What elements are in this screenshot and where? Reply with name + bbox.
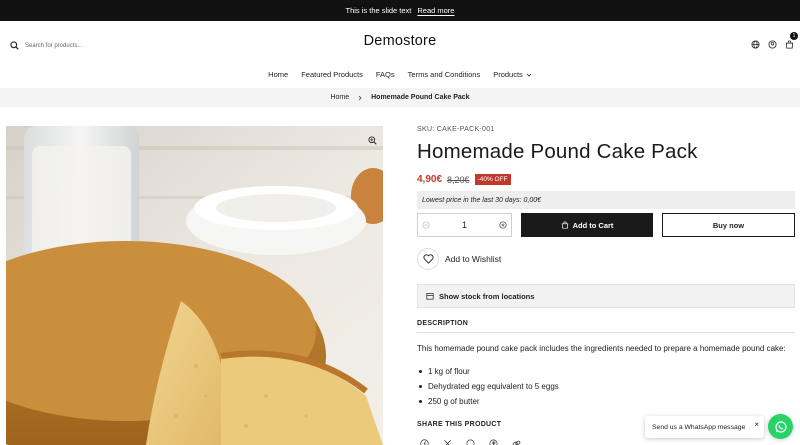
add-to-wishlist-button[interactable]: Add to Wishlist <box>417 248 501 270</box>
quantity-input[interactable]: 1 <box>462 220 467 230</box>
whatsapp-icon <box>774 420 787 433</box>
user-icon[interactable] <box>768 36 777 54</box>
lowest-price-note: Lowest price in the last 30 days: 0,00€ <box>417 191 795 209</box>
buy-now-button[interactable]: Buy now <box>662 213 795 237</box>
main-nav: Home Featured Products FAQs Terms and Co… <box>0 70 800 79</box>
description-heading[interactable]: DESCRIPTION <box>417 320 795 333</box>
description-intro: This homemade pound cake pack includes t… <box>417 344 786 353</box>
bag-icon <box>561 221 568 229</box>
nav-item-products[interactable]: Products <box>493 70 532 79</box>
list-item: 250 g of butter <box>417 394 559 409</box>
announcement-bar: This is the slide text Read more <box>0 0 800 21</box>
whatsapp-chat-button[interactable] <box>768 414 793 439</box>
chevron-down-icon <box>526 73 532 77</box>
chevron-right-icon <box>358 95 362 100</box>
cart-count-badge: 1 <box>790 32 798 40</box>
list-item: Dehydrated egg equivalent to 5 eggs <box>417 379 559 394</box>
breadcrumb: Home Homemade Pound Cake Pack <box>0 88 800 107</box>
facebook-icon[interactable] <box>420 435 429 445</box>
store-logo[interactable]: Demostore <box>0 33 800 49</box>
sale-price: 4,90€ <box>417 174 443 185</box>
product-title: Homemade Pound Cake Pack <box>417 140 698 163</box>
list-item: 1 kg of flour <box>417 364 559 379</box>
compare-price: 8,20€ <box>447 174 470 185</box>
breadcrumb-current: Homemade Pound Cake Pack <box>371 94 470 101</box>
globe-icon[interactable] <box>751 36 760 54</box>
list-item-text: 250 g of butter <box>428 397 480 406</box>
heart-icon <box>417 248 439 270</box>
nav-item-featured-products[interactable]: Featured Products <box>301 70 363 79</box>
add-to-cart-label: Add to Cart <box>572 220 614 230</box>
product-sku: SKU: CAKE-PACK-001 <box>417 126 495 133</box>
pinterest-icon[interactable] <box>489 435 498 445</box>
whatsapp-message-popup[interactable]: Send us a WhatsApp message × <box>645 416 764 438</box>
wishlist-label: Add to Wishlist <box>445 254 502 264</box>
product-image[interactable] <box>6 126 383 445</box>
close-icon[interactable]: × <box>754 420 759 429</box>
nav-item-products-label: Products <box>493 70 523 79</box>
list-item-text: Dehydrated egg equivalent to 5 eggs <box>428 382 559 391</box>
plus-icon[interactable] <box>499 216 507 234</box>
add-to-cart-button[interactable]: Add to Cart <box>521 213 653 237</box>
breadcrumb-home[interactable]: Home <box>330 94 349 101</box>
minus-icon[interactable] <box>422 216 430 234</box>
read-more-link[interactable]: Read more <box>417 6 454 15</box>
show-stock-label: Show stock from locations <box>439 291 535 301</box>
price-row: 4,90€ 8,20€ -40% OFF <box>417 174 795 185</box>
share-heading: SHARE THIS PRODUCT <box>417 421 502 428</box>
whatsapp-icon[interactable] <box>466 435 475 445</box>
whatsapp-message-text: Send us a WhatsApp message <box>652 423 746 431</box>
nav-item-faqs[interactable]: FAQs <box>376 70 395 79</box>
x-icon[interactable] <box>443 435 452 445</box>
cart-icon[interactable]: 1 <box>785 32 798 54</box>
announcement-text: This is the slide text <box>345 6 412 15</box>
product-info: SKU: CAKE-PACK-001 Homemade Pound Cake P… <box>417 126 795 445</box>
zoom-icon[interactable] <box>368 132 377 150</box>
discount-badge: -40% OFF <box>474 174 511 185</box>
nav-item-home[interactable]: Home <box>268 70 288 79</box>
buy-row: 1 Add to Cart Buy now <box>417 213 795 237</box>
ingredient-list: 1 kg of flour Dehydrated egg equivalent … <box>417 364 559 409</box>
list-item-text: 1 kg of flour <box>428 367 470 376</box>
share-icons <box>420 435 521 445</box>
site-header: Search for products... Demostore 1 <box>0 21 800 65</box>
quantity-stepper: 1 <box>417 213 512 237</box>
nav-item-terms[interactable]: Terms and Conditions <box>408 70 481 79</box>
show-stock-button[interactable]: Show stock from locations <box>417 284 795 308</box>
store-icon <box>426 293 434 300</box>
link-icon[interactable] <box>512 435 521 445</box>
